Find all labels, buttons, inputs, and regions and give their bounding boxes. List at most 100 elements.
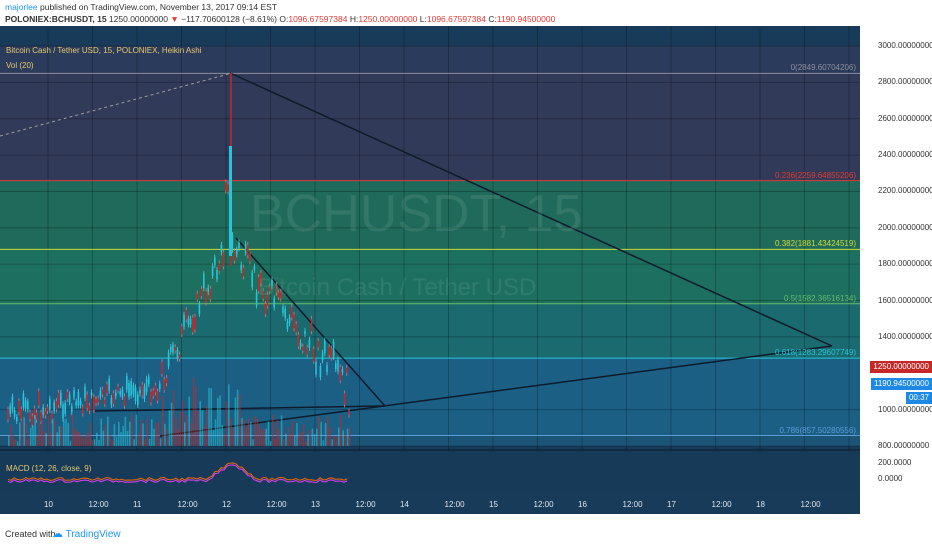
candle-body-32 bbox=[77, 391, 80, 406]
candle-body-137 bbox=[308, 339, 311, 348]
candle-body-66 bbox=[152, 390, 154, 396]
volume-bar bbox=[267, 421, 270, 446]
fib-label-5: 0.786(857.50280556) bbox=[779, 425, 856, 435]
candle-body-141 bbox=[317, 340, 319, 348]
volume-bar bbox=[164, 423, 166, 446]
chart-area[interactable]: Bitcoin Cash / Tether USD, 15, POLONIEX,… bbox=[0, 26, 932, 514]
candle-body-111 bbox=[251, 272, 253, 288]
time-tick-16: 18 bbox=[756, 500, 765, 509]
candle-body-40 bbox=[95, 399, 97, 403]
candle-body-70 bbox=[161, 362, 163, 374]
candle-body-71 bbox=[163, 379, 165, 390]
candle-body-155 bbox=[348, 411, 350, 415]
candle-body-77 bbox=[176, 349, 179, 359]
volume-bar bbox=[283, 439, 285, 446]
candle-body-112 bbox=[253, 266, 256, 270]
volume-bar bbox=[166, 428, 168, 446]
candle-body-79 bbox=[181, 326, 183, 335]
volume-bar bbox=[78, 431, 80, 446]
candle-body-48 bbox=[112, 393, 115, 405]
volume-bar bbox=[335, 436, 338, 446]
volume-bar bbox=[177, 428, 179, 446]
candle-body-51 bbox=[119, 391, 121, 395]
volume-bar bbox=[14, 439, 17, 446]
volume-bar bbox=[203, 425, 206, 446]
candle-body-150 bbox=[337, 359, 339, 372]
volume-bar bbox=[329, 427, 331, 446]
volume-bar bbox=[146, 419, 149, 446]
price-tick-3: 2400.00000000 bbox=[878, 150, 932, 160]
volume-bar bbox=[256, 418, 259, 446]
author-link[interactable]: majorlee bbox=[5, 2, 38, 12]
candle-body-25 bbox=[62, 404, 64, 419]
volume-bar bbox=[133, 439, 135, 446]
price-tick-0: 3000.00000000 bbox=[878, 41, 932, 50]
open-label: O: bbox=[279, 14, 289, 24]
fib-label-2: 0.382(1881.43424519) bbox=[775, 239, 856, 249]
candle-body-149 bbox=[335, 363, 337, 370]
volume-bar bbox=[107, 416, 109, 446]
candle-body-61 bbox=[141, 384, 143, 396]
candle-body-49 bbox=[115, 392, 117, 397]
candle-body-142 bbox=[319, 365, 322, 378]
candle-body-7 bbox=[22, 393, 25, 408]
time-tick-1: 12:00 bbox=[88, 500, 109, 509]
high-price-tag: 1250.00000000 bbox=[870, 361, 932, 373]
fib-label-1: 0.236(2259.64855206) bbox=[775, 170, 856, 180]
price-tick-10: 800.00000000 bbox=[878, 441, 930, 450]
time-tick-9: 12:00 bbox=[444, 500, 465, 509]
publish-info: published on TradingView.com, November 1… bbox=[39, 2, 278, 12]
candle-body-93 bbox=[211, 266, 214, 276]
volume-bar bbox=[129, 421, 131, 446]
chart-canvas[interactable] bbox=[0, 26, 932, 514]
candle-body-11 bbox=[31, 416, 33, 425]
volume-bar bbox=[30, 427, 32, 446]
volume-bar bbox=[148, 438, 151, 446]
candle-body-27 bbox=[66, 391, 69, 399]
candle-body-59 bbox=[137, 394, 139, 405]
candle-body-8 bbox=[24, 400, 27, 409]
candle-body-36 bbox=[86, 394, 88, 408]
tradingview-brand[interactable]: TradingView bbox=[66, 529, 121, 540]
volume-bar bbox=[223, 434, 226, 446]
candle-body-125 bbox=[282, 306, 284, 314]
volume-bar bbox=[124, 416, 127, 446]
volume-bar bbox=[19, 422, 21, 446]
macd-tick-1: 0.0000 bbox=[878, 474, 903, 483]
candle-body-39 bbox=[93, 396, 95, 411]
volume-bar bbox=[190, 422, 193, 446]
publish-line: majorlee published on TradingView.com, N… bbox=[5, 2, 277, 12]
volume-bar bbox=[131, 414, 133, 446]
volume-bar bbox=[140, 419, 142, 446]
volume-bar bbox=[192, 377, 195, 446]
candle-body-33 bbox=[79, 400, 82, 406]
fib-zone-1 bbox=[0, 73, 860, 181]
fib-label-4: 0.618(1283.29607749) bbox=[775, 348, 856, 358]
volume-bar bbox=[232, 427, 234, 446]
volume-bar bbox=[280, 415, 283, 446]
price-tick-1: 2800.00000000 bbox=[878, 77, 932, 87]
time-tick-13: 12:00 bbox=[622, 500, 643, 509]
time-tick-17: 12:00 bbox=[800, 500, 821, 509]
candle-body-64 bbox=[148, 376, 150, 385]
candle-body-133 bbox=[299, 342, 302, 347]
volume-bar bbox=[214, 419, 217, 446]
candle-body-108 bbox=[244, 243, 247, 253]
candle-body-29 bbox=[71, 406, 73, 413]
volume-bar bbox=[96, 432, 98, 446]
main-legend: Bitcoin Cash / Tether USD, 15, POLONIEX,… bbox=[6, 46, 202, 55]
spike-body bbox=[229, 146, 232, 256]
volume-bar bbox=[168, 410, 171, 446]
tradingview-logo-icon[interactable]: ☁ TradingView bbox=[52, 527, 121, 540]
volume-bar bbox=[74, 428, 76, 446]
volume-bar bbox=[100, 418, 102, 446]
candle-body-105 bbox=[238, 242, 240, 249]
volume-bar bbox=[41, 419, 43, 446]
price-tick-6: 1800.00000000 bbox=[878, 259, 932, 269]
volume-bar bbox=[157, 421, 160, 446]
candle-body-62 bbox=[143, 386, 146, 399]
candle-body-52 bbox=[121, 389, 124, 397]
volume-bar bbox=[144, 439, 146, 446]
volume-bar bbox=[320, 422, 322, 446]
volume-bar bbox=[126, 430, 129, 446]
